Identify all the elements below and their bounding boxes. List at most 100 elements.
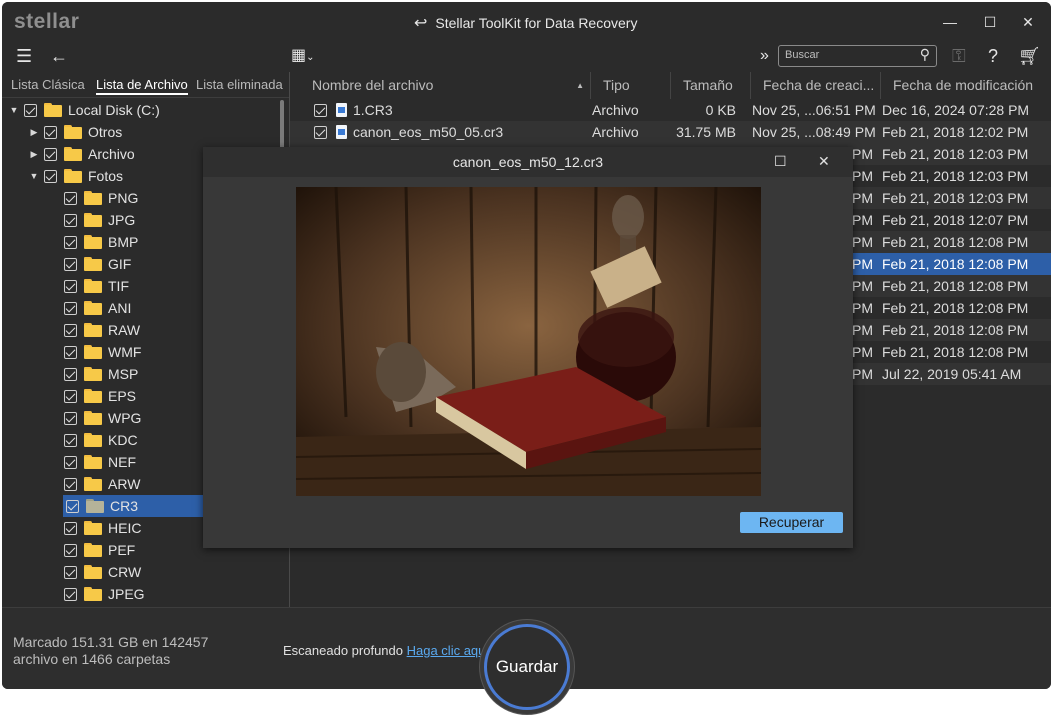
column-header-size[interactable]: Tamaño <box>671 72 751 99</box>
tree-item-pef[interactable]: PEF <box>64 539 135 561</box>
checkbox[interactable] <box>64 279 77 293</box>
checkbox[interactable] <box>64 521 77 535</box>
close-button[interactable]: ✕ <box>1016 10 1040 34</box>
close-icon[interactable]: ✕ <box>818 153 830 170</box>
key-icon[interactable]: ⚿ <box>952 45 966 67</box>
tree-item-tif[interactable]: TIF <box>64 275 129 297</box>
checkbox[interactable] <box>64 543 77 557</box>
tree-item-otros[interactable]: ▶ Otros <box>28 121 123 143</box>
checkbox[interactable] <box>44 125 57 139</box>
folder-icon <box>84 543 102 557</box>
view-grid-icon[interactable]: ▦⌄ <box>291 45 315 69</box>
save-button[interactable]: Guardar <box>484 624 570 710</box>
checkbox[interactable] <box>64 389 77 403</box>
tree-item-raw[interactable]: RAW <box>64 319 140 341</box>
tab-classic-list[interactable]: Lista Clásica <box>11 77 85 92</box>
tree-item-arw[interactable]: ARW <box>64 473 140 495</box>
back-arrow-icon[interactable]: ← <box>50 45 68 67</box>
file-modified: Feb 21, 2018 12:03 PM <box>882 190 1029 206</box>
column-header-modified[interactable]: Fecha de modificación <box>881 72 1051 99</box>
tab-deleted-list[interactable]: Lista eliminada <box>196 77 283 92</box>
tree-item-heic[interactable]: HEIC <box>64 517 141 539</box>
expand-icon[interactable]: » <box>760 45 769 67</box>
recover-button[interactable]: Recuperar <box>740 512 843 533</box>
checkbox[interactable] <box>64 587 77 601</box>
checkbox[interactable] <box>44 169 57 183</box>
window-title: Stellar ToolKit for Data Recovery <box>435 15 638 31</box>
file-created: PM <box>852 278 873 294</box>
checkbox[interactable] <box>64 191 77 205</box>
checkbox[interactable] <box>64 411 77 425</box>
checkbox[interactable] <box>44 147 57 161</box>
folder-icon <box>64 147 82 161</box>
tree-item-wmf[interactable]: WMF <box>64 341 141 363</box>
folder-icon <box>84 455 102 469</box>
file-modified: Feb 21, 2018 12:08 PM <box>882 300 1029 316</box>
column-header-name[interactable]: Nombre del archivo ▲ <box>300 72 591 99</box>
tree-item-label: JPG <box>108 212 136 228</box>
search-input[interactable]: Buscar ⚲ <box>778 45 937 67</box>
tree-item-local-disk[interactable]: ▼ Local Disk (C:) <box>8 99 160 121</box>
folder-icon <box>84 323 102 337</box>
folder-icon <box>84 301 102 315</box>
tree-item-eps[interactable]: EPS <box>64 385 136 407</box>
file-name: canon_eos_m50_05.cr3 <box>353 124 504 140</box>
file-modified: Feb 21, 2018 12:08 PM <box>882 344 1029 360</box>
tree-item-fotos[interactable]: ▼ Fotos <box>28 165 123 187</box>
checkbox[interactable] <box>24 103 37 117</box>
tree-item-wpg[interactable]: WPG <box>64 407 141 429</box>
column-header-created[interactable]: Fecha de creaci... <box>751 72 881 99</box>
checkbox[interactable] <box>64 477 77 491</box>
column-header-type[interactable]: Tipo <box>591 72 671 99</box>
checkbox[interactable] <box>314 126 327 139</box>
sort-asc-icon: ▲ <box>576 81 584 90</box>
tree-item-jpg[interactable]: JPG <box>64 209 135 231</box>
minimize-button[interactable]: — <box>938 10 962 34</box>
collapse-icon[interactable]: ▼ <box>28 171 40 181</box>
tree-item-nef[interactable]: NEF <box>64 451 136 473</box>
checkbox[interactable] <box>64 213 77 227</box>
table-row[interactable]: canon_eos_m50_05.cr3 Archivo 31.75 MB No… <box>290 121 1051 143</box>
title-bar: stellar ↩ Stellar ToolKit for Data Recov… <box>2 2 1051 42</box>
menu-icon[interactable]: ☰ <box>16 45 32 67</box>
tree-item-label: PNG <box>108 190 139 206</box>
cart-icon[interactable]: 🛒︎ <box>1018 45 1041 67</box>
checkbox[interactable] <box>64 323 77 337</box>
maximize-button[interactable]: ☐ <box>978 10 1002 34</box>
file-icon <box>336 125 347 139</box>
checkbox[interactable] <box>64 455 77 469</box>
tree-item-msp[interactable]: MSP <box>64 363 138 385</box>
checkbox[interactable] <box>64 367 77 381</box>
checkbox[interactable] <box>64 433 77 447</box>
collapse-icon[interactable]: ▼ <box>8 105 20 115</box>
tree-item-cr3[interactable]: CR3 <box>63 495 203 517</box>
checkbox[interactable] <box>64 565 77 579</box>
help-icon[interactable]: ? <box>988 45 998 67</box>
tree-item-ani[interactable]: ANI <box>64 297 131 319</box>
tree-item-png[interactable]: PNG <box>64 187 138 209</box>
expand-icon[interactable]: ▶ <box>28 127 40 138</box>
tree-item-gif[interactable]: GIF <box>64 253 131 275</box>
checkbox[interactable] <box>314 104 327 117</box>
tree-item-jpeg[interactable]: JPEG <box>64 583 145 605</box>
tree-item-archivo[interactable]: ▶ Archivo <box>28 143 135 165</box>
tab-file-list[interactable]: Lista de Archivo <box>96 77 188 95</box>
tree-item-crw[interactable]: CRW <box>64 561 141 583</box>
deep-scan-link[interactable]: Haga clic aquí <box>407 643 489 658</box>
checkbox[interactable] <box>64 301 77 315</box>
folder-icon <box>84 279 102 293</box>
table-row[interactable]: 1.CR3 Archivo 0 KB Nov 25, ...06:51 PM D… <box>290 99 1051 121</box>
checkbox[interactable] <box>64 257 77 271</box>
undo-icon[interactable]: ↩ <box>414 13 427 33</box>
checkbox[interactable] <box>64 235 77 249</box>
file-created: Nov 25, ...06:51 PM <box>752 102 876 118</box>
file-modified: Feb 21, 2018 12:08 PM <box>882 256 1029 272</box>
maximize-icon[interactable]: ☐ <box>774 153 787 170</box>
search-icon[interactable]: ⚲ <box>920 46 930 63</box>
tree-item-bmp[interactable]: BMP <box>64 231 138 253</box>
tree-item-kdc[interactable]: KDC <box>64 429 138 451</box>
folder-icon <box>64 169 82 183</box>
expand-icon[interactable]: ▶ <box>28 149 40 160</box>
checkbox[interactable] <box>66 499 79 513</box>
checkbox[interactable] <box>64 345 77 359</box>
